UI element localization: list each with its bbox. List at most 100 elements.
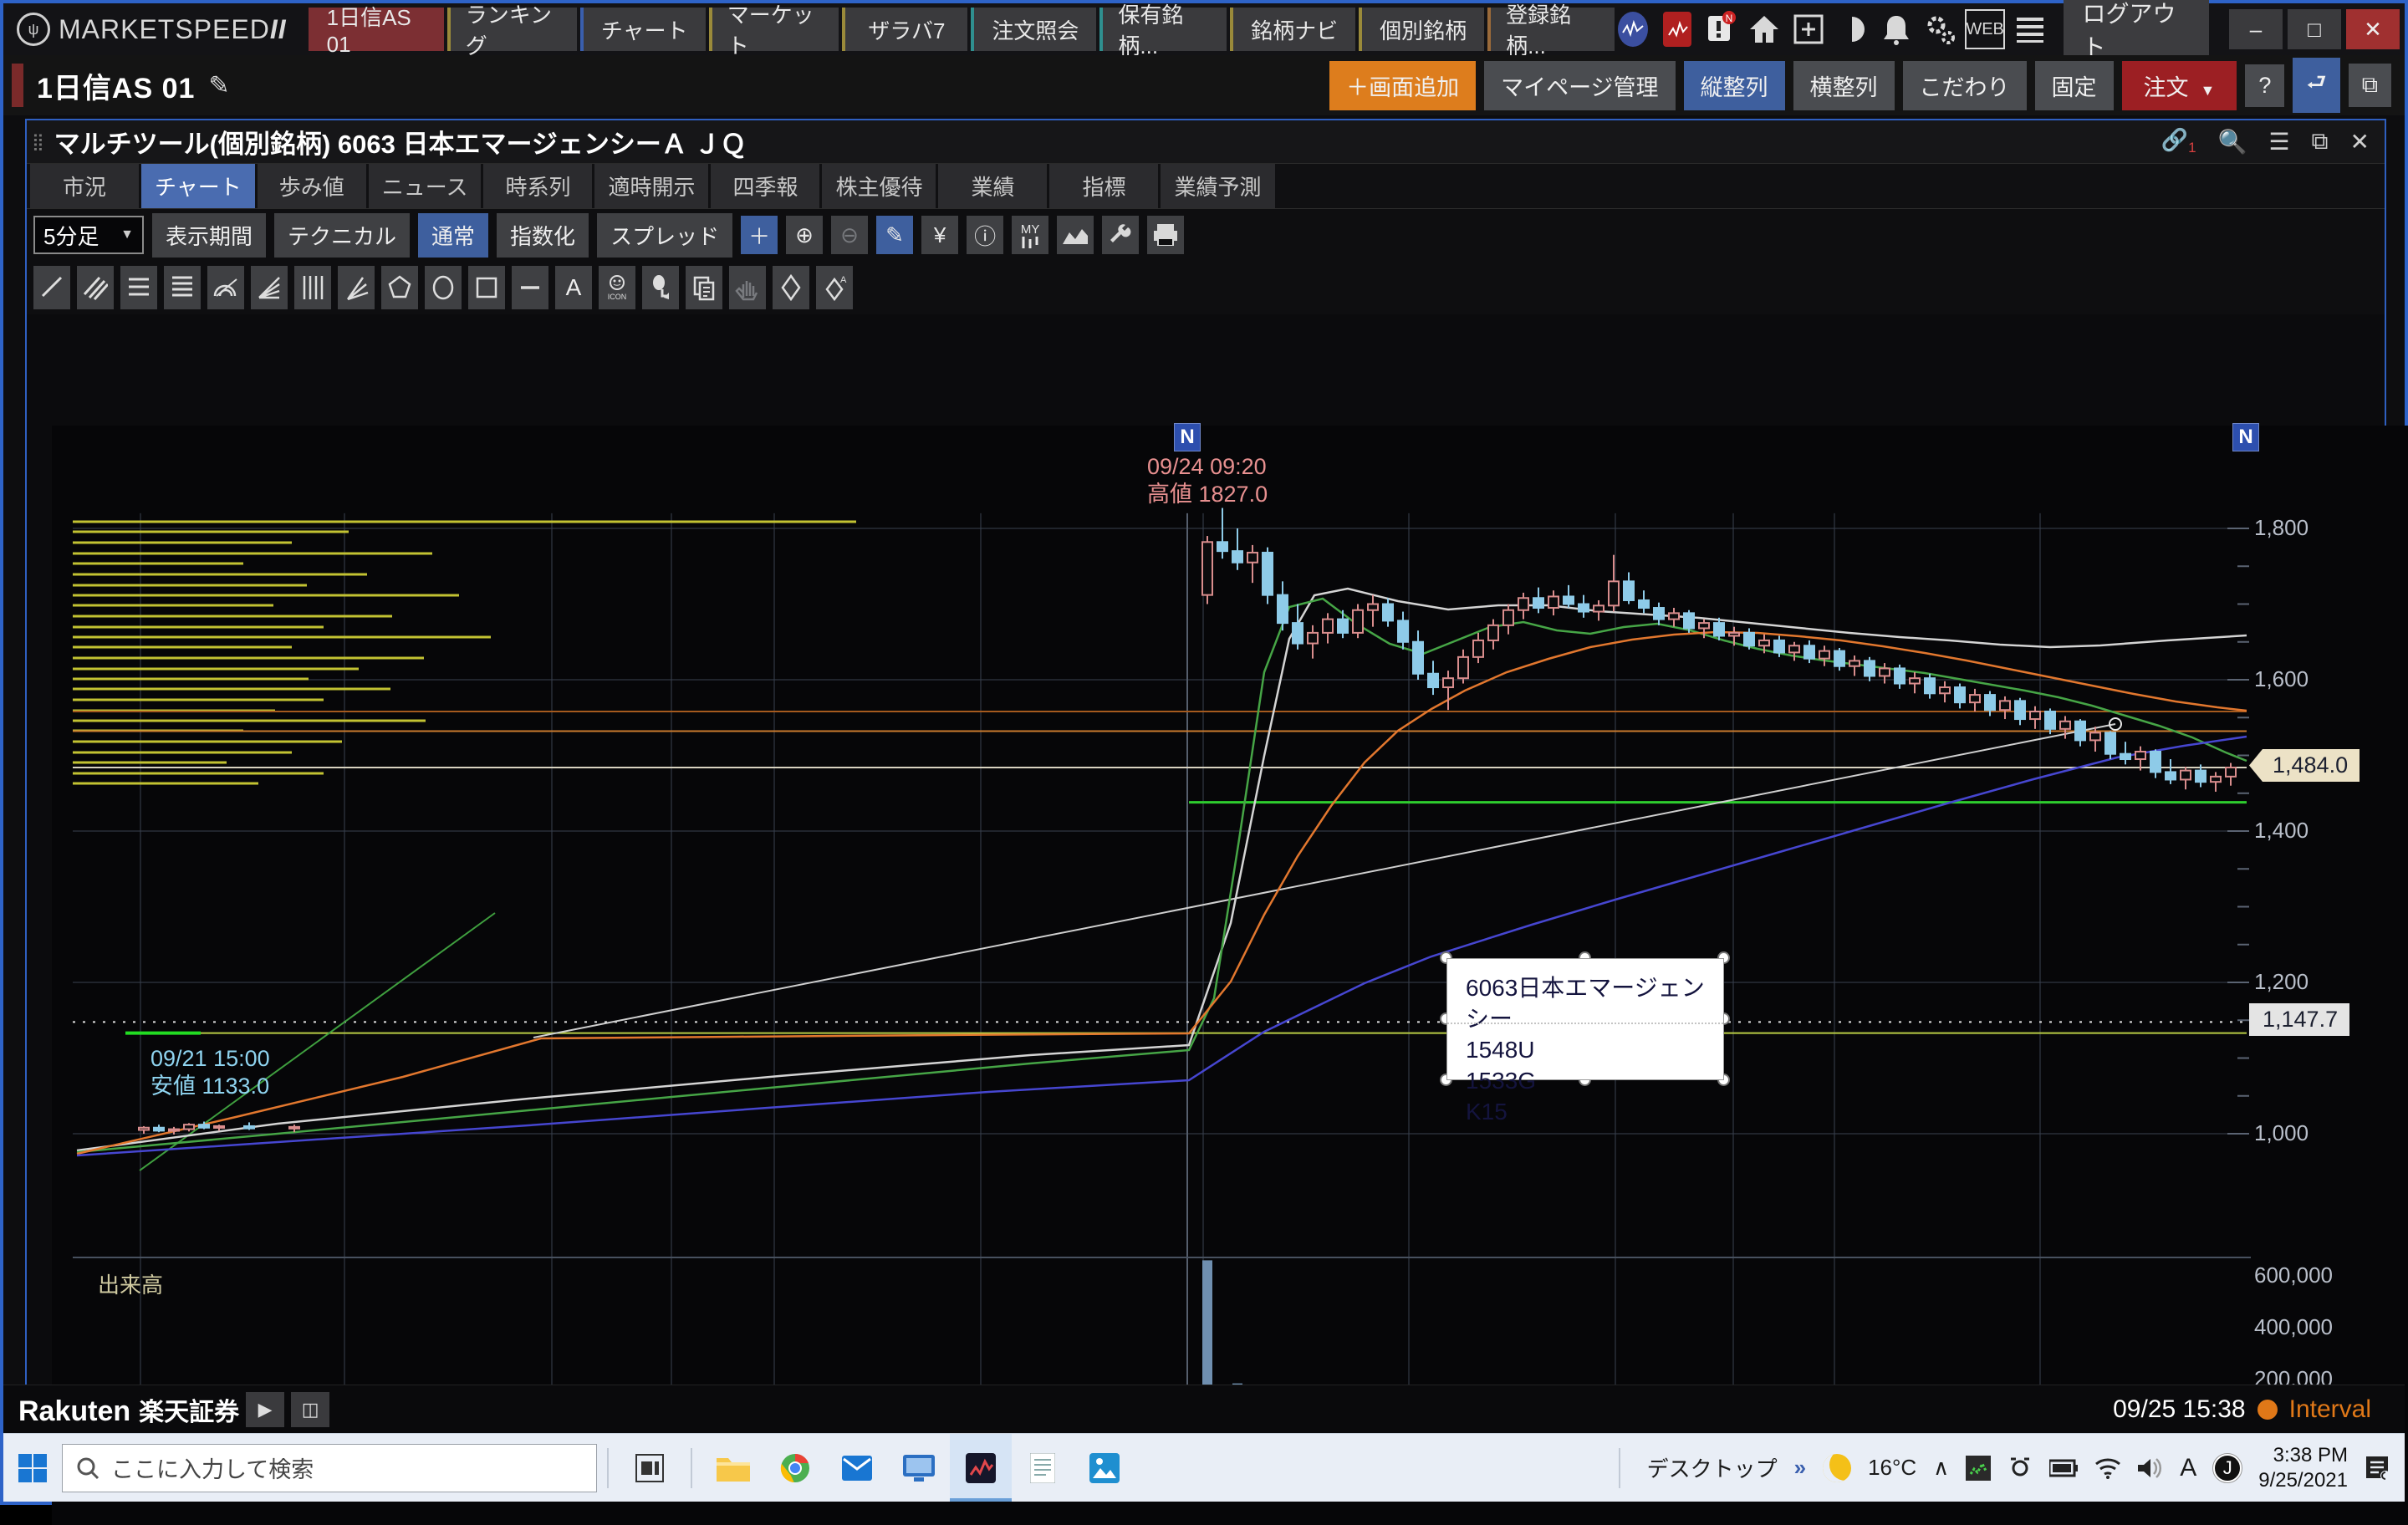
app-tab-保有銘柄...[interactable]: 保有銘柄... [1099,8,1227,51]
ime-japanese-icon[interactable]: J [2213,1454,2242,1482]
app-tab-1日信AS 01[interactable]: 1日信AS 01 [309,8,444,51]
multitool-tab-業績予測[interactable]: 業績予測 [1161,164,1274,208]
multitool-tab-業績[interactable]: 業績 [938,164,1047,208]
vertical-align-button[interactable]: 縦整列 [1684,61,1785,110]
photos-app-icon[interactable] [1074,1434,1135,1502]
app-tab-ランキング[interactable]: ランキング [447,8,577,51]
ime-mode-letter[interactable]: A [2180,1454,2196,1482]
close-button[interactable]: ✕ [2346,9,2400,49]
order-button[interactable]: 注文▼ [2122,61,2237,110]
help-button[interactable]: ? [2245,64,2284,107]
add-window-icon[interactable] [1790,9,1827,49]
trendline-tool-button[interactable] [33,266,70,309]
multitool-tab-時系列[interactable]: 時系列 [483,164,592,208]
web-link-icon[interactable]: WEB [1965,9,2005,49]
kodawari-button[interactable]: こだわり [1903,61,2027,110]
info-button[interactable]: ⓘ [967,216,1003,254]
eraser-tool-button[interactable] [773,266,809,309]
app-tab-登録銘柄...[interactable]: 登録銘柄... [1487,8,1615,51]
display-period-button[interactable]: 表示期間 [152,213,266,258]
my-chart-button[interactable]: MY [1012,216,1048,254]
print-button[interactable] [1147,216,1184,254]
taskbar-search-input[interactable]: ここに入力して検索 [62,1444,597,1492]
split-view-button[interactable]: ◫ [291,1392,329,1427]
news-badge[interactable]: N [1174,423,1201,451]
timeframe-dropdown[interactable]: 5分足▼ [33,216,144,254]
app-tab-個別銘柄[interactable]: 個別銘柄 [1359,8,1484,51]
duplicate-icon[interactable]: ⧉ [2312,128,2329,156]
copy-objects-tool-button[interactable] [686,266,722,309]
file-explorer-icon[interactable] [702,1434,764,1502]
symbol-search-icon[interactable]: 🔍 [2218,128,2247,156]
multitool-tab-チャート[interactable]: チャート [141,164,255,208]
vertical-grid-lines-tool-button[interactable] [294,266,331,309]
fan-lines-tool-button[interactable] [251,266,288,309]
window-menu-icon[interactable]: ☰ [2268,128,2289,156]
zoom-out-button[interactable]: ⊖ [831,216,868,254]
duplicate-window-button[interactable]: ⧉ [2349,64,2391,107]
toolbar-chevron[interactable]: » [1794,1455,1806,1481]
theme-moon-icon[interactable] [1834,9,1870,49]
multitool-tab-適時開示[interactable]: 適時開示 [594,164,708,208]
settings-wrench-button[interactable] [1102,216,1139,254]
chart-pulse-blue-icon[interactable] [1615,9,1651,49]
hand-tool-tool-button[interactable] [729,266,766,309]
weather-temp[interactable]: 16°C [1868,1455,1916,1481]
battery-icon[interactable] [2049,1459,2078,1477]
chart-area[interactable]: 1,8001,6001,4001,2001,000600,000400,0002… [52,426,2408,1525]
app-tab-注文照会[interactable]: 注文照会 [971,8,1096,51]
text-tool-tool-button[interactable]: A [555,266,592,309]
draw-pencil-button[interactable]: ✎ [876,216,913,254]
add-screen-button[interactable]: ＋画面追加 [1329,61,1476,110]
chart-red-icon[interactable] [1658,9,1695,49]
icon-stamp-tool-button[interactable]: ICON [599,266,635,309]
link-group-icon[interactable]: 🔗1 [2161,127,2196,156]
show-hidden-icons-chevron[interactable]: ∧ [1933,1455,1949,1481]
mail-app-icon[interactable] [826,1434,888,1502]
zoom-in-button[interactable]: ⊕ [786,216,823,254]
taskbar-clock[interactable]: 3:38 PM 9/25/2021 [2258,1443,2348,1493]
menu-hamburger-icon[interactable] [2012,9,2048,49]
technical-button[interactable]: テクニカル [274,213,410,258]
spread-mode-button[interactable]: スプレッド [597,213,732,258]
parallel-lines-tool-button[interactable] [77,266,114,309]
maximize-button[interactable]: □ [2288,9,2341,49]
app-tab-銘柄ナビ[interactable]: 銘柄ナビ [1230,8,1355,51]
app-tab-ザラバ7[interactable]: ザラバ7 [842,8,967,51]
remote-desktop-icon[interactable] [888,1434,950,1502]
multitool-tab-ニュース[interactable]: ニュース [369,164,482,208]
normal-mode-button[interactable]: 通常 [418,213,488,258]
app-tab-マーケット[interactable]: マーケット [709,8,839,51]
tray-app-icon[interactable] [1966,1456,1991,1481]
text-annotation-box[interactable]: 6063日本エマージェンシー 1548U 1533G K15 [1446,958,1724,1080]
chrome-icon[interactable] [764,1434,826,1502]
area-chart-button[interactable] [1057,216,1094,254]
anchor-arrow-tool-button[interactable] [642,266,679,309]
expand-panel-button[interactable]: ▶ [246,1392,284,1427]
edit-page-name-icon[interactable]: ✎ [208,71,229,100]
yen-scale-button[interactable]: ¥ [921,216,958,254]
bell-icon[interactable] [1877,9,1914,49]
multitool-tab-指標[interactable]: 指標 [1049,164,1158,208]
multitool-tab-四季報[interactable]: 四季報 [711,164,819,208]
task-view-button[interactable] [619,1434,681,1502]
multitool-tab-市況[interactable]: 市況 [30,164,139,208]
ellipse-tool-button[interactable] [425,266,462,309]
start-button[interactable] [3,1434,62,1502]
settings-gears-icon[interactable] [1921,9,1958,49]
weather-moon-icon[interactable] [1823,1454,1851,1482]
drag-grip-icon[interactable]: ⣿ [27,137,54,147]
action-center-icon[interactable] [2365,1455,2391,1482]
news-badge[interactable]: N [2232,423,2259,451]
app-tab-チャート[interactable]: チャート [580,8,706,51]
eraser-all-tool-button[interactable]: A [816,266,853,309]
rectangle-tool-button[interactable] [468,266,505,309]
indexed-mode-button[interactable]: 指数化 [497,213,589,258]
horizontal-align-button[interactable]: 横整列 [1793,61,1895,110]
speaker-icon[interactable] [2138,1457,2163,1479]
multitool-tab-歩み値[interactable]: 歩み値 [258,164,366,208]
fibonacci-arc-tool-button[interactable] [207,266,244,309]
trendline-white[interactable] [533,724,2115,1038]
pentagon-tool-button[interactable] [381,266,418,309]
desktop-toolbar-label[interactable]: デスクトップ [1647,1452,1778,1483]
